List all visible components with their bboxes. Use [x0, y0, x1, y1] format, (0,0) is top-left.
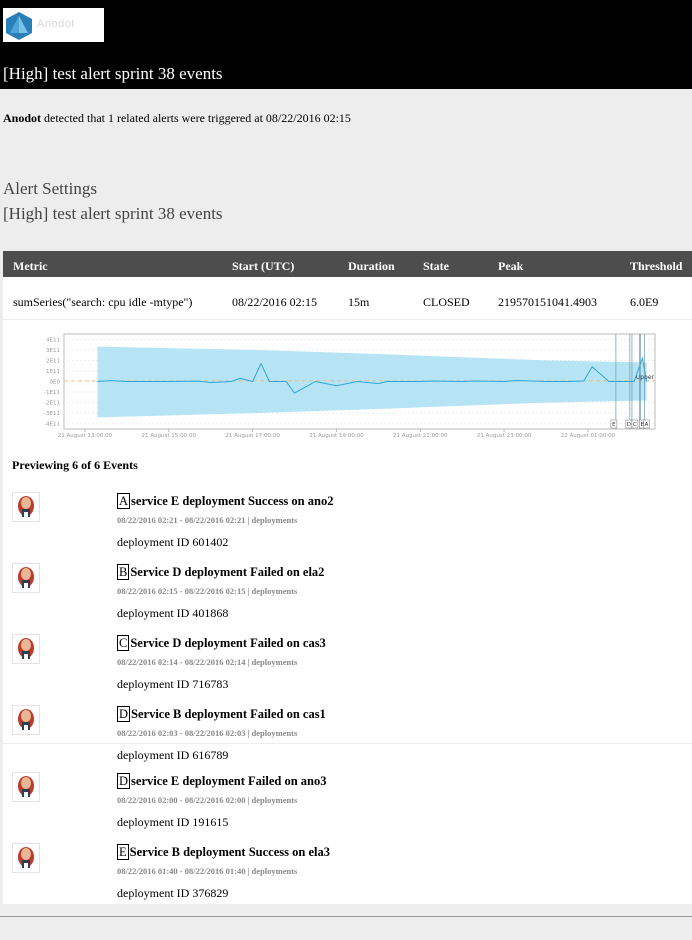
col-state: State: [423, 259, 449, 273]
anodot-logo[interactable]: Anodot: [3, 8, 104, 42]
y-tick-label: 4E11: [46, 337, 60, 343]
event-title-text: Service D deployment Failed on cas3: [130, 636, 326, 650]
event-letter: D: [117, 706, 131, 722]
event-marker-label[interactable]: D: [627, 422, 631, 428]
event-body: deployment ID 191615: [117, 815, 229, 829]
event-title-text: service E deployment Success on ano2: [131, 494, 334, 508]
y-tick-label: -3E11: [44, 411, 60, 417]
event-body: deployment ID 716783: [117, 677, 229, 691]
y-tick-label: 0E0: [50, 380, 61, 386]
y-tick-label: -1E11: [44, 390, 60, 396]
cell-duration: 15m: [348, 295, 370, 309]
x-tick-label: 22 August 01:00:00: [561, 433, 616, 439]
event-title[interactable]: C Service D deployment Failed on cas3: [117, 635, 326, 651]
y-tick-label: 1E11: [46, 369, 60, 375]
y-tick-label: -4E11: [44, 422, 60, 428]
x-tick-label: 21 August 17:00:00: [225, 433, 280, 439]
x-tick-label: 21 August 19:00:00: [309, 433, 364, 439]
cell-metric: sumSeries("search: cpu idle -mtype"): [13, 295, 193, 309]
intro-message: detected that 1 related alerts were trig…: [41, 111, 351, 125]
event-title-text: Service B deployment Success on ela3: [129, 845, 330, 859]
logo-text: Anodot: [37, 18, 75, 30]
footer-divider: [0, 916, 692, 917]
event-item: Aservice E deployment Success on ano2 08…: [0, 492, 692, 562]
alerts-table: Metric Start (UTC) Duration State Peak T…: [3, 251, 692, 319]
cell-state: CLOSED: [423, 295, 470, 309]
x-tick-label: 21 August 13:00:00: [58, 433, 113, 439]
y-tick-label: 2E11: [46, 358, 60, 364]
event-title[interactable]: B Service D deployment Failed on ela2: [117, 564, 324, 580]
event-title[interactable]: Dservice E deployment Failed on ano3: [117, 773, 327, 789]
event-title[interactable]: Aservice E deployment Success on ano2: [117, 493, 333, 509]
event-meta: 08/22/2016 02:15 - 08/22/2016 02:15 | de…: [117, 586, 298, 596]
alert-title: [High] test alert sprint 38 events: [3, 64, 223, 83]
cell-start: 08/22/2016 02:15: [232, 295, 318, 309]
table-row: sumSeries("search: cpu idle -mtype") 08/…: [3, 277, 692, 319]
event-item: D Service B deployment Failed on cas1 08/…: [0, 705, 692, 775]
event-title-text: service E deployment Failed on ano3: [131, 774, 327, 788]
event-letter: E: [117, 844, 129, 860]
event-item: E Service B deployment Success on ela3 08…: [0, 843, 692, 913]
jenkins-avatar-icon: [12, 705, 40, 735]
col-threshold: Threshold: [630, 259, 683, 273]
table-header: Metric Start (UTC) Duration State Peak T…: [3, 251, 692, 277]
event-item: B Service D deployment Failed on ela2 08/…: [0, 563, 692, 633]
event-body: deployment ID 616789: [117, 748, 229, 762]
event-marker-label[interactable]: E: [612, 422, 616, 428]
event-letter: C: [117, 635, 130, 651]
x-tick-label: 21 August 15:00:00: [142, 433, 197, 439]
event-letter: D: [117, 773, 131, 789]
event-meta: 08/22/2016 01:40 - 08/22/2016 01:40 | de…: [117, 866, 298, 876]
alert-chart[interactable]: 4E11 3E11 2E11 1E11 0E0 -1E11 -2E11 -3E11 -4E11 2…: [30, 330, 660, 442]
jenkins-avatar-icon: [12, 492, 40, 522]
event-body: deployment ID 376829: [117, 886, 229, 900]
jenkins-avatar-icon: [12, 843, 40, 873]
col-metric: Metric: [13, 259, 48, 273]
event-meta: 08/22/2016 02:14 - 08/22/2016 02:14 | de…: [117, 657, 298, 667]
event-letter: B: [117, 564, 130, 580]
alert-settings-heading: Alert Settings: [3, 179, 97, 198]
intro-text: Anodot detected that 1 related alerts we…: [3, 111, 351, 126]
cell-threshold: 6.0E9: [630, 295, 659, 309]
x-tick-label: 21 August 21:00:00: [393, 433, 448, 439]
col-start: Start (UTC): [232, 259, 295, 273]
col-peak: Peak: [498, 259, 524, 273]
event-meta: 08/22/2016 02:21 - 08/22/2016 02:21 | de…: [117, 515, 298, 525]
event-meta: 08/22/2016 02:03 - 08/22/2016 02:03 | de…: [117, 728, 298, 738]
event-meta: 08/22/2016 02:00 - 08/22/2016 02:00 | de…: [117, 795, 298, 805]
event-marker-label[interactable]: A: [645, 422, 649, 428]
col-duration: Duration: [348, 259, 395, 273]
jenkins-avatar-icon: [12, 563, 40, 593]
alert-settings-name: [High] test alert sprint 38 events: [3, 204, 223, 223]
event-title[interactable]: D Service B deployment Failed on cas1: [117, 706, 326, 722]
jenkins-avatar-icon: [12, 772, 40, 802]
email-header: Anodot [High] test alert sprint 38 event…: [0, 0, 692, 89]
cell-peak: 219570151041.4903: [498, 295, 597, 309]
event-item: Dservice E deployment Failed on ano3 08/…: [0, 772, 692, 842]
event-item: C Service D deployment Failed on cas3 08/…: [0, 634, 692, 704]
events-preview-title: Previewing 6 of 6 Events: [12, 458, 138, 472]
event-marker-label[interactable]: C: [633, 422, 637, 428]
event-title[interactable]: E Service B deployment Success on ela3: [117, 844, 330, 860]
brand-name: Anodot: [3, 111, 42, 125]
event-letter: A: [117, 493, 131, 509]
x-tick-label: 21 August 23:00:00: [477, 433, 532, 439]
logo-icon: [6, 12, 32, 40]
event-title-text: Service B deployment Failed on cas1: [131, 707, 326, 721]
event-body: deployment ID 401868: [117, 606, 229, 620]
event-body: deployment ID 601402: [117, 535, 229, 549]
y-tick-label: -2E11: [44, 401, 60, 407]
y-tick-label: 3E11: [46, 348, 60, 354]
event-title-text: Service D deployment Failed on ela2: [130, 565, 325, 579]
jenkins-avatar-icon: [12, 634, 40, 664]
